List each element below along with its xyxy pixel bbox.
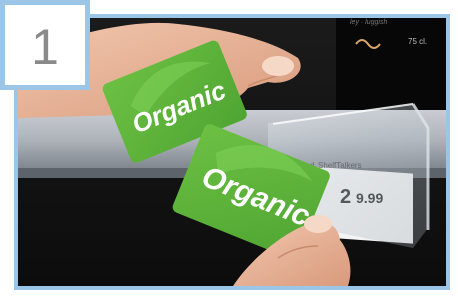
- bottle-volume: 75 cl.: [408, 37, 427, 46]
- bottle: ley · luggish 75 cl.: [336, 18, 446, 110]
- step-number-badge: 1: [0, 0, 90, 90]
- bottle-script-text: ley · luggish: [350, 19, 387, 26]
- step-number: 1: [31, 19, 59, 75]
